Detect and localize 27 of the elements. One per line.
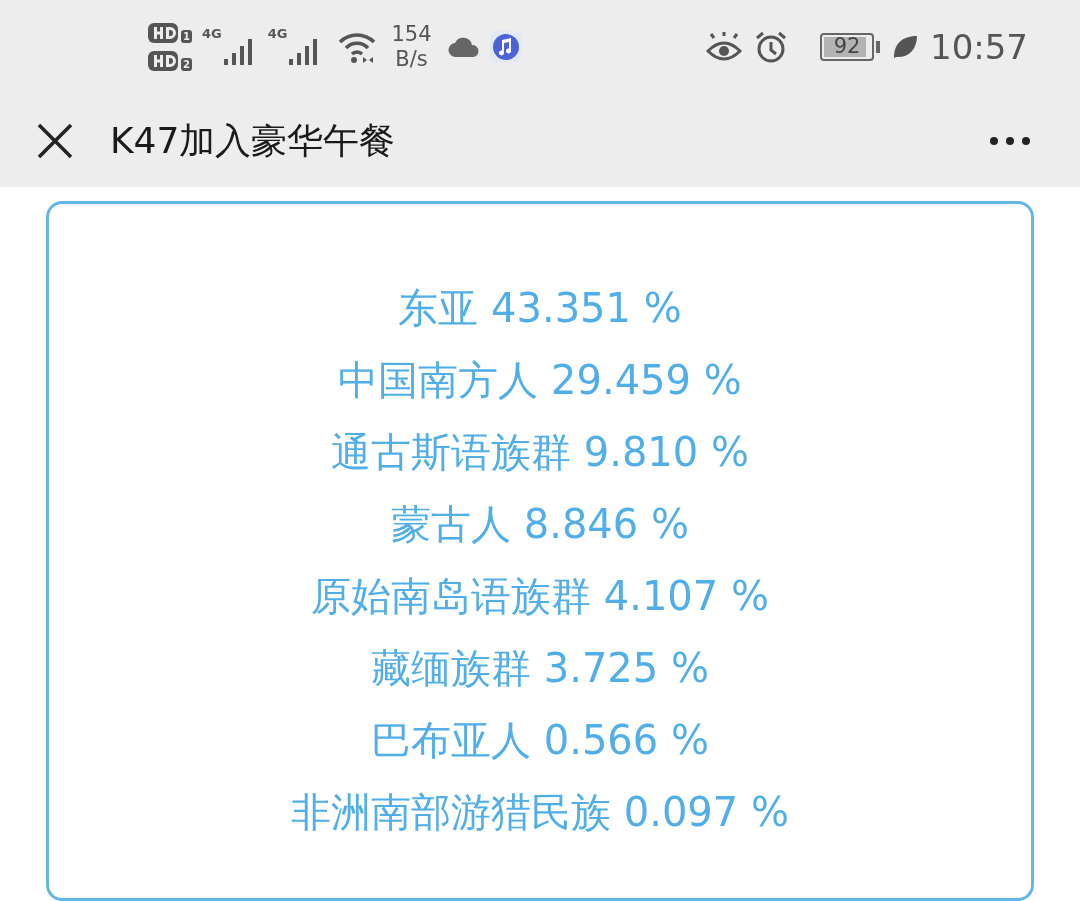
ancestry-result: 东亚 43.351 % <box>398 284 682 333</box>
ancestry-result: 通古斯语族群 9.810 % <box>331 428 749 477</box>
sim-number: 2 <box>181 58 192 72</box>
network-speed: 154 <box>391 22 432 48</box>
ancestry-result: 蒙古人 8.846 % <box>391 500 689 549</box>
alarm-icon <box>754 30 788 65</box>
sim-number: 1 <box>181 30 192 44</box>
ancestry-result: 原始南岛语族群 4.107 % <box>311 572 769 621</box>
network-type: 4G <box>267 27 288 41</box>
clock-time: 10:57 <box>930 25 1028 69</box>
ancestry-result: 中国南方人 29.459 % <box>338 356 742 405</box>
leaf-icon <box>892 34 918 61</box>
page-title: K47加入豪华午餐 <box>110 118 397 163</box>
wifi-icon <box>337 31 378 64</box>
ancestry-result: 藏缅族群 3.725 % <box>371 644 709 693</box>
ancestry-result: 非洲南部游猎民族 0.097 % <box>291 788 789 837</box>
battery-level: 92 <box>832 35 862 60</box>
ancestry-result: 巴布亚人 0.566 % <box>371 716 709 765</box>
music-app-icon <box>489 31 522 64</box>
network-type: 4G <box>201 27 222 41</box>
close-button[interactable] <box>36 121 74 160</box>
hd-icon <box>148 23 178 44</box>
close-icon <box>37 122 73 159</box>
hd-icon <box>148 51 178 72</box>
speed-unit: B/s <box>395 47 428 73</box>
cloud-icon <box>447 36 480 59</box>
eye-icon <box>706 32 742 63</box>
